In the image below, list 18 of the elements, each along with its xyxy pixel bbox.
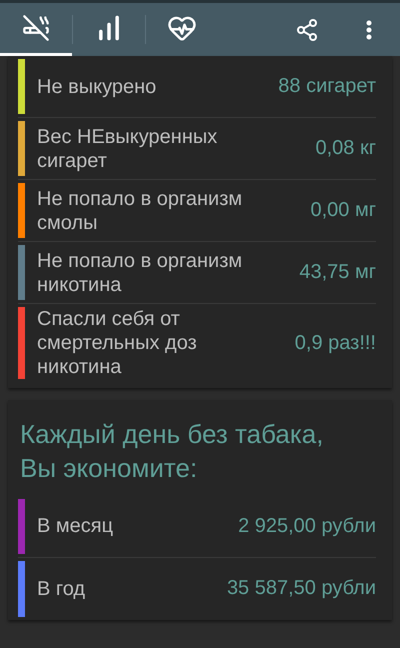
stat-label: Не выкурено	[37, 74, 158, 98]
no-smoking-icon	[22, 14, 50, 42]
stat-label: Вес НЕвыкуренных сигарет	[37, 124, 218, 172]
stat-value: 88 сигарет	[278, 75, 376, 98]
stat-label: Спасли себя от смертельных доз никотина	[37, 307, 198, 379]
stat-value: 35 587,50 рубли	[226, 577, 376, 600]
more-icon	[366, 20, 372, 40]
stat-value: 43,75 мг	[299, 261, 376, 284]
share-icon	[295, 18, 319, 42]
stat-label: Не попало в организм смолы	[37, 186, 244, 234]
savings-title: Каждый день без табака, Вы экономите:	[19, 418, 324, 485]
stat-label: В год	[37, 576, 86, 601]
stat-label: Не попало в организм никотина	[37, 248, 244, 296]
stat-value: 0,9 раз!!!	[294, 332, 376, 354]
stat-label: В месяц	[37, 514, 114, 538]
stat-value: 2 925,00 рубли	[238, 514, 376, 538]
stat-value: 0,08 кг	[315, 137, 376, 160]
stat-value: 0,00 мг	[310, 199, 376, 222]
